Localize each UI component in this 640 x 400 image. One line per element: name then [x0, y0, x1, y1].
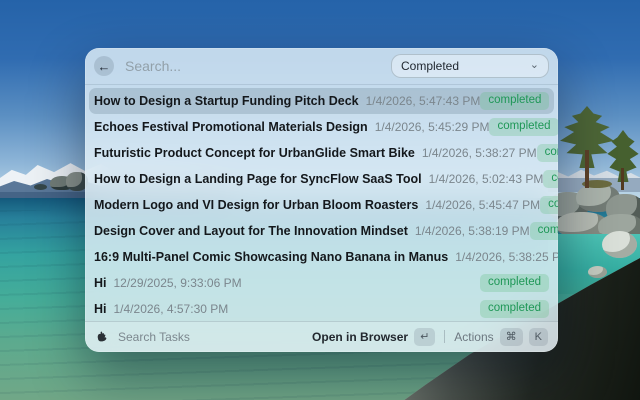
task-row[interactable]: Modern Logo and VI Design for Urban Bloo…	[89, 192, 558, 218]
back-button[interactable]: ←	[94, 56, 114, 76]
footer-divider	[444, 330, 446, 344]
pine-trunk	[585, 150, 589, 188]
task-title: Futuristic Product Concept for UrbanGlid…	[94, 146, 415, 160]
task-timestamp: 1/4/2026, 5:45:29 PM	[374, 120, 490, 134]
task-title: How to Design a Landing Page for SyncFlo…	[94, 172, 422, 186]
task-title: Hi	[94, 276, 107, 290]
task-timestamp: 1/4/2026, 5:38:19 PM	[414, 224, 530, 238]
app-logo-icon	[95, 330, 110, 345]
task-timestamp: 1/4/2026, 5:02:43 PM	[428, 172, 544, 186]
status-filter-dropdown[interactable]: Completed ⌄	[391, 54, 549, 78]
task-row[interactable]: Design Cover and Layout for The Innovati…	[89, 218, 558, 244]
task-title: Design Cover and Layout for The Innovati…	[94, 224, 408, 238]
task-row[interactable]: How to Design a Startup Funding Pitch De…	[89, 88, 554, 114]
task-status-badge: completed	[479, 300, 549, 318]
task-row[interactable]: Futuristic Product Concept for UrbanGlid…	[89, 140, 558, 166]
task-title: Echoes Festival Promotional Materials De…	[94, 120, 368, 134]
task-status-badge: completed	[529, 222, 558, 240]
task-timestamp: 1/4/2026, 5:38:25 PM	[455, 250, 558, 264]
task-title: Modern Logo and VI Design for Urban Bloo…	[94, 198, 419, 212]
task-status-badge: completed	[480, 92, 550, 110]
search-tasks-window: ← Completed ⌄ How to Design a Startup Fu…	[85, 48, 558, 352]
task-list: How to Design a Startup Funding Pitch De…	[85, 85, 558, 321]
task-status-badge: completed	[489, 118, 558, 136]
task-timestamp: 1/4/2026, 5:38:27 PM	[421, 146, 537, 160]
return-key-icon[interactable]: ↵	[414, 327, 436, 347]
actions-button[interactable]: Actions	[454, 330, 493, 344]
task-timestamp: 1/4/2026, 5:47:43 PM	[365, 94, 481, 108]
open-in-browser-button[interactable]: Open in Browser	[312, 330, 408, 344]
task-title: How to Design a Startup Funding Pitch De…	[94, 94, 359, 108]
task-row[interactable]: 16:9 Multi-Panel Comic Showcasing Nano B…	[89, 244, 558, 270]
search-header: ← Completed ⌄	[85, 48, 558, 85]
filter-selected-value: Completed	[401, 59, 460, 73]
task-row[interactable]: Echoes Festival Promotional Materials De…	[89, 114, 558, 140]
task-title: Hi	[94, 302, 107, 316]
task-row[interactable]: How to Design a Landing Page for SyncFlo…	[89, 166, 558, 192]
back-arrow-icon: ←	[97, 58, 111, 74]
task-timestamp: 1/4/2026, 5:45:47 PM	[425, 198, 541, 212]
granite-shore	[548, 180, 640, 240]
task-row[interactable]: Hi 1/4/2026, 4:57:30 PM completed	[89, 296, 554, 321]
chevron-down-icon: ⌄	[529, 58, 539, 71]
task-row[interactable]: Hi 12/29/2025, 9:33:06 PM completed	[89, 270, 554, 296]
task-timestamp: 1/4/2026, 4:57:30 PM	[113, 302, 229, 316]
search-input[interactable]	[123, 57, 391, 75]
task-status-badge: completed	[536, 144, 558, 162]
k-key[interactable]: K	[528, 327, 548, 347]
task-timestamp: 12/29/2025, 9:33:06 PM	[113, 276, 242, 290]
task-status-badge: completed	[543, 170, 558, 188]
command-key-icon[interactable]: ⌘	[499, 327, 523, 347]
task-status-badge: completed	[540, 196, 558, 214]
footer-bar: Search Tasks Open in Browser ↵ Actions ⌘…	[85, 321, 558, 352]
white-boulder	[602, 231, 637, 258]
pine-trunk	[621, 168, 624, 190]
small-stone	[588, 266, 607, 278]
task-status-badge: completed	[479, 274, 549, 292]
task-title: 16:9 Multi-Panel Comic Showcasing Nano B…	[94, 250, 449, 264]
footer-app-label: Search Tasks	[118, 330, 190, 344]
waterline-rock	[34, 184, 47, 190]
